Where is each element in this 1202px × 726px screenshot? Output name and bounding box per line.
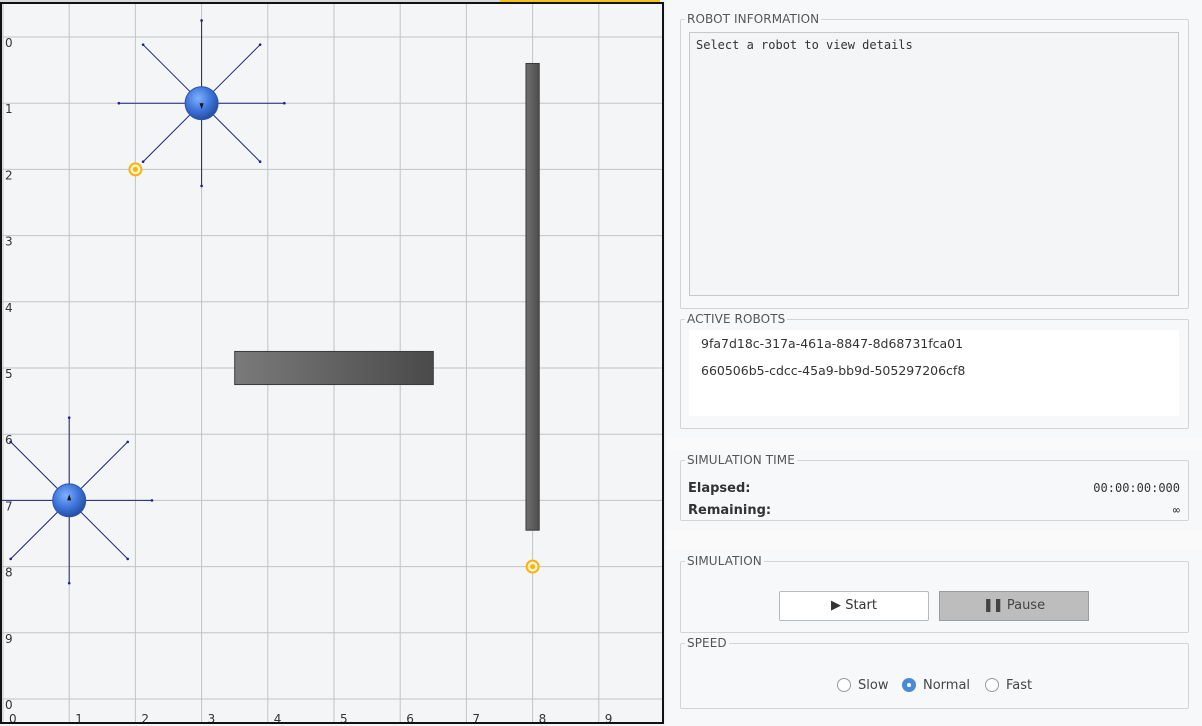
- row-label: 0: [5, 36, 13, 50]
- row-label: 3: [5, 235, 13, 249]
- column-label: 3: [208, 712, 216, 722]
- column-label: 2: [141, 712, 149, 722]
- sensor-tip: [126, 557, 130, 561]
- sensor-tip: [258, 43, 262, 46]
- column-label: 0: [9, 712, 17, 722]
- pause-icon: ❚❚: [982, 598, 1004, 613]
- speed-group: SPEED Slow Normal Fast: [680, 636, 1189, 709]
- list-item[interactable]: 9fa7d18c-317a-461a-8847-8d68731fca01: [701, 334, 1179, 361]
- row-label: 8: [5, 566, 13, 580]
- simulation-time-title: SIMULATION TIME: [687, 453, 795, 467]
- row-label: 1: [5, 102, 13, 116]
- row-label: 2: [5, 168, 13, 182]
- target-core: [132, 166, 138, 172]
- radio-circle[interactable]: [837, 678, 851, 692]
- sensor-tip: [9, 557, 12, 561]
- robot[interactable]: [117, 19, 286, 188]
- elapsed-label: Elapsed:: [688, 481, 751, 496]
- robot-details-area[interactable]: Select a robot to view details: [689, 32, 1179, 296]
- speed-slow-label: Slow: [858, 678, 889, 693]
- sensor-tip: [126, 440, 130, 444]
- speed-title: SPEED: [687, 636, 727, 650]
- obstacle-block: [525, 62, 540, 531]
- sensor-tip: [200, 184, 203, 188]
- target-marker: [525, 559, 540, 574]
- target-core: [530, 564, 536, 570]
- column-label: 4: [274, 712, 282, 722]
- column-label: 5: [340, 712, 348, 722]
- robot-information-title: ROBOT INFORMATION: [687, 12, 820, 26]
- sensor-tip: [117, 101, 121, 105]
- sensor-tip: [9, 440, 12, 444]
- elapsed-row: Elapsed: 00:00:00:000: [688, 481, 1180, 496]
- obstacle-block: [234, 350, 434, 386]
- play-icon: ▶: [831, 598, 842, 613]
- robot-body[interactable]: [52, 483, 87, 518]
- elapsed-value: 00:00:00:000: [1093, 481, 1180, 495]
- sensor-tip: [67, 581, 71, 585]
- row-label: 0: [5, 698, 13, 712]
- simulation-time-group: SIMULATION TIME Elapsed: 00:00:00:000 Re…: [680, 453, 1189, 521]
- simulation-arena[interactable]: 012345678900123456789: [0, 2, 664, 724]
- start-label: Start: [845, 598, 877, 613]
- speed-fast-label: Fast: [1006, 678, 1033, 693]
- pause-button[interactable]: ❚❚ Pause: [939, 591, 1089, 621]
- remaining-row: Remaining: ∞: [688, 503, 1180, 518]
- panel-separator: [666, 437, 1202, 451]
- remaining-value: ∞: [1172, 503, 1180, 517]
- speed-normal-label: Normal: [923, 678, 971, 693]
- robot-details-placeholder: Select a robot to view details: [696, 38, 913, 52]
- radio-circle[interactable]: [985, 678, 999, 692]
- column-label: 6: [406, 712, 414, 722]
- row-label: 7: [5, 499, 13, 513]
- simulation-title: SIMULATION: [687, 554, 762, 568]
- sensor-tip: [67, 416, 71, 419]
- sensor-tip: [150, 499, 154, 502]
- target-marker: [128, 162, 143, 177]
- list-item[interactable]: 660506b5-cdcc-45a9-bb9d-505297206cf8: [701, 361, 1179, 388]
- row-label: 9: [5, 632, 13, 646]
- arena-canvas[interactable]: 012345678900 1 2 3 4 5 6 7 8 9: [2, 4, 662, 722]
- sensor-tip: [258, 160, 262, 164]
- column-label: 1: [75, 712, 83, 722]
- panel-separator: [666, 530, 1202, 550]
- pause-label: Pause: [1006, 598, 1046, 613]
- sensor-tip: [283, 101, 286, 105]
- sensor-tip: [141, 43, 145, 46]
- column-label: 7: [472, 712, 480, 722]
- start-button[interactable]: ▶ Start: [779, 591, 929, 621]
- row-label: 4: [5, 301, 13, 315]
- radio-circle-selected[interactable]: [902, 678, 916, 692]
- active-robots-title: ACTIVE ROBOTS: [687, 312, 786, 326]
- simulation-group: SIMULATION ▶ Start ❚❚ Pause: [680, 554, 1189, 633]
- column-label: 8: [539, 712, 547, 722]
- robot[interactable]: [2, 416, 154, 585]
- obstacles: [234, 62, 540, 531]
- column-label: 9: [605, 712, 613, 722]
- remaining-label: Remaining:: [688, 503, 772, 518]
- robot-information-group: ROBOT INFORMATION Select a robot to view…: [680, 12, 1189, 309]
- sensor-tip: [141, 160, 145, 164]
- active-robots-list[interactable]: 9fa7d18c-317a-461a-8847-8d68731fca01 660…: [689, 330, 1179, 416]
- row-label: 5: [5, 367, 13, 381]
- row-label: 6: [5, 433, 13, 447]
- active-robots-group: ACTIVE ROBOTS 9fa7d18c-317a-461a-8847-8d…: [680, 312, 1189, 429]
- sensor-tip: [200, 19, 203, 22]
